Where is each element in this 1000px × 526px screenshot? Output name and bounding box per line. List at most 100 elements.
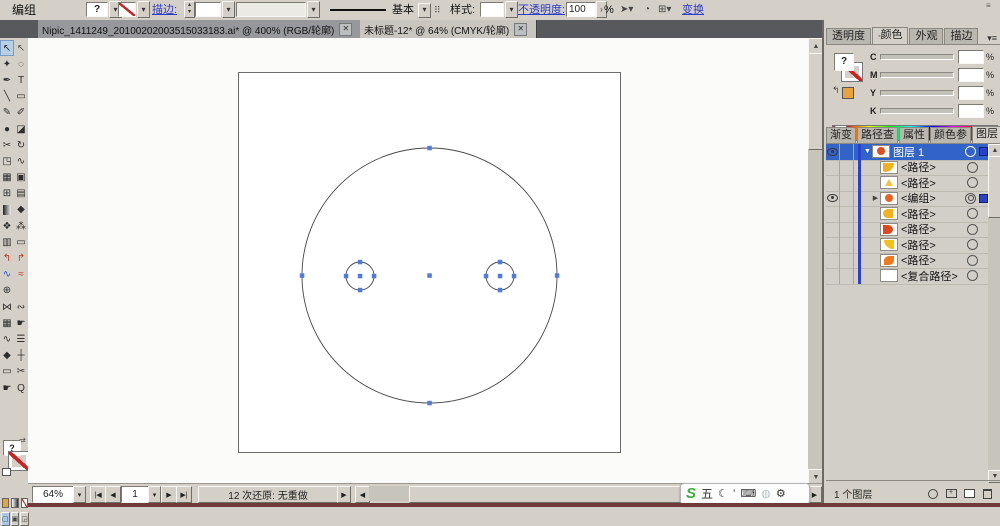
free-transform-tool[interactable]: ▦ — [0, 170, 14, 186]
selection-tool[interactable]: ↖ — [0, 40, 14, 57]
layer-row[interactable]: ▶ <编组> — [826, 190, 988, 207]
grid-tool[interactable]: ▦ — [0, 315, 14, 331]
default-fill-stroke-icon[interactable] — [2, 468, 11, 476]
stroke-weight-combo[interactable]: ▴ ▾ ▾ — [184, 1, 235, 18]
crystallize-tool[interactable]: ☰ — [14, 331, 28, 347]
layer-row[interactable]: <路径> — [826, 159, 988, 176]
target-circle[interactable] — [965, 192, 976, 204]
panel-menu-icon[interactable]: ▾≡ — [987, 33, 1000, 44]
target-circle[interactable] — [967, 177, 978, 189]
lock-toggle[interactable] — [840, 252, 854, 268]
lock-toggle[interactable] — [840, 206, 854, 222]
stroke-color-combo[interactable]: ▾ — [118, 1, 150, 18]
make-clipping-mask-button[interactable] — [924, 487, 942, 501]
eraser-tool[interactable]: ◪ — [14, 121, 28, 137]
target-circle[interactable] — [967, 270, 978, 282]
layer-row[interactable]: <复合路径> — [826, 268, 988, 285]
channel-value-field[interactable] — [958, 104, 984, 118]
paintbrush-tool[interactable]: ✎ — [0, 105, 14, 121]
live-paint-bucket-tool[interactable]: ↰ — [0, 250, 14, 266]
horizontal-scrollbar-thumb[interactable] — [409, 486, 711, 503]
graphic-style-icon[interactable]: ➤▾ — [620, 4, 633, 15]
target-circle[interactable] — [965, 146, 976, 158]
new-layer-button[interactable] — [960, 487, 978, 501]
document-canvas[interactable] — [28, 38, 808, 483]
visibility-toggle[interactable] — [826, 268, 840, 284]
pencil-tool[interactable]: ✐ — [14, 105, 28, 121]
lock-toggle[interactable] — [840, 268, 854, 284]
tab-color[interactable]: ◦颜色 — [872, 27, 909, 44]
gradient-tool[interactable] — [3, 204, 11, 216]
rectangle-tool[interactable]: ▭ — [14, 89, 28, 105]
line-segment-tool[interactable]: ╲ — [0, 89, 14, 105]
first-artboard-icon[interactable]: |◀ — [90, 486, 106, 503]
transform-grid-icon[interactable]: ⊞▾ — [658, 4, 671, 15]
recolor-artwork-icon[interactable]: ⠿ — [434, 5, 441, 16]
visibility-toggle[interactable] — [826, 159, 840, 175]
layer-row[interactable]: <路径> — [826, 252, 988, 269]
visibility-toggle[interactable] — [826, 252, 840, 268]
layer-row[interactable]: <路径> — [826, 206, 988, 223]
visibility-toggle[interactable] — [826, 175, 840, 191]
chevron-down-icon[interactable]: ▾ — [307, 1, 320, 18]
layers-scrollbar[interactable]: ▲ ▼ — [988, 144, 1000, 483]
visibility-toggle[interactable] — [826, 221, 840, 237]
column-graph-tool[interactable]: ▥ — [0, 234, 14, 250]
lock-toggle[interactable] — [840, 159, 854, 175]
channel-value-field[interactable] — [958, 86, 984, 100]
ime-toolbar[interactable]: S 五 ☾ ’ ⌨ ◍ ⚙ — [680, 483, 810, 505]
zoom-tool[interactable]: Q — [14, 380, 28, 396]
chevron-down-icon[interactable]: ▾ — [137, 1, 150, 18]
blend-tool[interactable]: ❖ — [0, 218, 14, 234]
puppet-warp-tool[interactable]: ☛ — [14, 315, 28, 331]
width-profile-combo[interactable]: ▾ — [236, 1, 320, 18]
emoticon-icon[interactable]: ◍ — [761, 485, 771, 503]
tab-color-guide[interactable]: 颜色参 — [930, 127, 971, 143]
stroke-panel-link[interactable]: 描边: — [152, 0, 177, 20]
scissors-tool[interactable]: ✂ — [0, 137, 14, 153]
rotate-tool[interactable]: ↻ — [14, 137, 28, 153]
status-menu-icon[interactable]: ▶ — [337, 486, 351, 503]
ime-mode-label[interactable]: 五 — [701, 485, 713, 503]
tab-attributes[interactable]: 属性 — [899, 127, 929, 143]
path-eraser-tool[interactable]: ∿ — [0, 267, 14, 283]
opacity-panel-link[interactable]: 不透明度: — [518, 0, 565, 20]
status-history-button[interactable]: 12 次还原: 无重做 — [198, 486, 338, 503]
stroke-weight-field[interactable] — [195, 2, 221, 17]
keyboard-icon[interactable]: ⌨ — [740, 485, 756, 503]
visibility-toggle[interactable] — [826, 206, 840, 222]
print-tiling-tool[interactable] — [14, 283, 28, 299]
scale-tool[interactable]: ◳ — [0, 153, 14, 169]
rotate-view-tool[interactable]: ⊕ — [0, 283, 14, 299]
lock-toggle[interactable] — [840, 221, 854, 237]
artboard-alt-tool[interactable]: ▭ — [0, 364, 14, 380]
last-color-swatch[interactable] — [842, 87, 854, 99]
chevron-down-icon[interactable]: ▾ — [505, 1, 518, 18]
fill-color-combo[interactable]: ? ▾ — [86, 1, 122, 18]
tab-pathfinder[interactable]: 路径查 — [857, 127, 898, 143]
visibility-toggle[interactable] — [826, 190, 840, 206]
magic-wand-tool[interactable]: ✦ — [0, 56, 14, 72]
fill-swatch[interactable]: ? — [86, 2, 108, 17]
opacity-combo[interactable]: 100 › — [566, 1, 607, 18]
next-artboard-icon[interactable]: ▶ — [161, 486, 177, 503]
target-circle[interactable] — [967, 161, 978, 173]
tab-layers[interactable]: 图层 — [972, 126, 1000, 143]
lock-toggle[interactable] — [840, 175, 854, 191]
style-field[interactable] — [480, 2, 504, 17]
sogou-logo-icon[interactable]: S — [686, 485, 696, 503]
tab-appearance[interactable]: 外观 — [909, 28, 944, 44]
panel-fill-swatch[interactable]: ? — [834, 53, 854, 71]
pucker-tool[interactable]: ∾ — [14, 299, 28, 315]
target-circle[interactable] — [967, 208, 978, 220]
target-circle[interactable] — [967, 239, 978, 251]
zoom-level-field[interactable]: 64% — [32, 486, 74, 503]
stroke-none-swatch[interactable] — [118, 2, 136, 17]
lock-toggle[interactable] — [840, 237, 854, 253]
tab-gradient[interactable]: 渐变 — [826, 127, 856, 143]
layer-row[interactable]: <路径> — [826, 237, 988, 254]
document-tab-1[interactable]: Nipic_1411249_20100202003515033183.ai* @… — [38, 20, 365, 38]
close-icon[interactable]: ✕ — [514, 22, 528, 36]
width-profile-field[interactable] — [236, 2, 306, 17]
measure-eyedropper-tool[interactable]: ◆ — [0, 348, 14, 364]
